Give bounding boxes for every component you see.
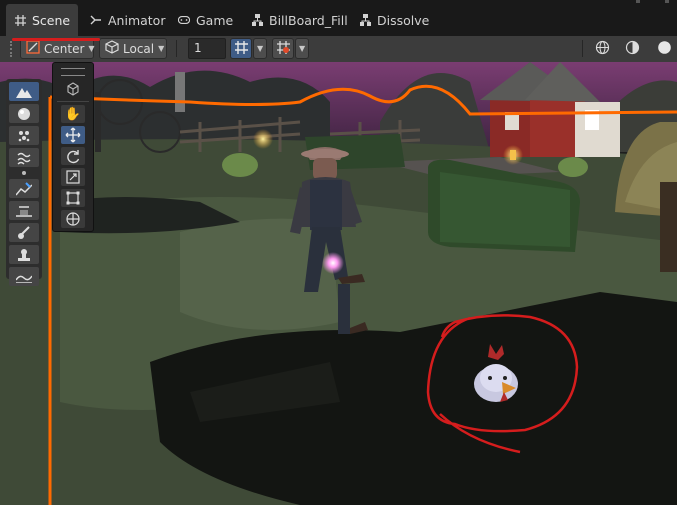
space-dropdown[interactable]: Local ▼: [99, 38, 167, 59]
shader-graph-icon: [359, 13, 371, 26]
window-edge-marker: [636, 0, 640, 3]
tab-billboard-fill[interactable]: BillBoard_Fill: [243, 4, 356, 36]
space-label: Local: [123, 41, 155, 56]
tab-label: Animator: [108, 12, 166, 28]
draw-mode-button[interactable]: [590, 38, 614, 59]
shaded-sphere-icon: [625, 40, 640, 58]
smooth-terrain-icon: [16, 275, 32, 283]
pattern-icon: [17, 152, 31, 165]
rect-transform-icon: [66, 191, 80, 205]
animator-icon: [90, 14, 102, 26]
shaded-mode-button[interactable]: [620, 38, 644, 59]
lamp-light: [253, 129, 273, 149]
hand-tool-button[interactable]: ✋: [61, 105, 85, 123]
scene-tools-overlay: [6, 79, 42, 286]
pivot-label: Center: [44, 41, 85, 56]
tab-animator[interactable]: Animator: [82, 4, 173, 36]
grid-options-dropdown[interactable]: ▼: [253, 38, 267, 59]
scale-tool-button[interactable]: [61, 168, 85, 186]
sphere-tool-button[interactable]: [9, 104, 39, 123]
wireframe-sphere-icon: [595, 40, 610, 58]
snapping-toggle[interactable]: [272, 38, 294, 59]
scene-render: [0, 62, 677, 505]
move-arrows-icon: [65, 127, 81, 143]
particles-icon: [18, 130, 30, 141]
snapping-options-dropdown[interactable]: ▼: [295, 38, 309, 59]
chevron-down-icon: ▼: [88, 44, 95, 53]
window-edge-marker: [665, 0, 669, 3]
stamp-icon: [18, 248, 30, 261]
pattern-tool-button[interactable]: [9, 148, 39, 167]
grid-visibility-icon: [234, 40, 249, 58]
rotate-tool-button[interactable]: [61, 147, 85, 165]
lit-mode-button[interactable]: [652, 38, 677, 59]
chevron-down-icon: ▼: [158, 44, 165, 53]
brush-icon: [18, 225, 30, 239]
paint-terrain-icon: [16, 181, 32, 195]
particles-tool-button[interactable]: [9, 126, 39, 145]
hand-icon: ✋: [64, 106, 82, 122]
grid-visibility-toggle[interactable]: [230, 38, 252, 59]
solid-sphere-icon: [657, 40, 672, 58]
brush-tool-button[interactable]: [9, 223, 39, 242]
tab-label: Scene: [32, 12, 71, 28]
chevron-down-icon: ▼: [299, 44, 306, 53]
tree-trunk: [660, 182, 677, 272]
point-light-glow: [322, 252, 344, 274]
toolbar-separator: [582, 40, 583, 57]
editor-tab-bar: Scene Animator Game BillBoard_Fill Disso…: [0, 0, 677, 36]
toolbar-drag-handle[interactable]: [10, 41, 14, 57]
move-tool-button[interactable]: [61, 126, 85, 144]
view-tool-button[interactable]: [61, 80, 85, 98]
tab-label: Game: [196, 12, 234, 28]
height-tool-button[interactable]: [9, 201, 39, 220]
toolbar-separator: [176, 40, 177, 57]
scene-viewport[interactable]: ✋: [0, 62, 677, 505]
gamepad-icon: [178, 14, 190, 26]
local-space-icon: [105, 40, 119, 57]
universal-transform-icon: [66, 212, 80, 226]
shader-graph-icon: [251, 13, 263, 26]
mountain-icon: [16, 87, 32, 98]
stamp-tool-button[interactable]: [9, 245, 39, 264]
overlay-drag-handle[interactable]: [61, 68, 85, 76]
transform-tool-button[interactable]: [61, 210, 85, 228]
tab-dissolve[interactable]: Dissolve: [351, 4, 437, 36]
rect-tool-button[interactable]: [61, 189, 85, 207]
grid-snapping-icon: [276, 40, 291, 58]
overlay-separator: [57, 101, 89, 102]
scene-toolbar: Center ▼ Local ▼ 1 ▼ ▼: [0, 36, 677, 63]
transform-tools-overlay: ✋: [52, 62, 94, 232]
tab-label: Dissolve: [377, 12, 430, 28]
tab-label: BillBoard_Fill: [269, 12, 348, 28]
red-annotation-underline: [12, 38, 100, 41]
tab-game[interactable]: Game: [170, 4, 241, 36]
pivot-center-icon: [26, 40, 40, 57]
terrain-tool-button[interactable]: [9, 82, 39, 101]
bush: [558, 157, 588, 177]
tab-scene[interactable]: Scene: [6, 4, 79, 36]
sphere-icon: [18, 107, 30, 120]
paint-tool-button[interactable]: [9, 179, 39, 198]
raise-terrain-icon: [16, 205, 32, 217]
chevron-down-icon: ▼: [257, 44, 264, 53]
grid-icon: [14, 14, 26, 26]
separator-dot: [22, 171, 26, 175]
bush: [222, 153, 258, 177]
scale-icon: [66, 170, 80, 184]
rotate-icon: [66, 149, 79, 163]
cube-icon: [67, 82, 79, 96]
smooth-tool-button[interactable]: [9, 267, 39, 286]
grid-snap-increment-field[interactable]: 1: [188, 38, 226, 59]
pivot-dropdown[interactable]: Center ▼: [20, 38, 95, 59]
